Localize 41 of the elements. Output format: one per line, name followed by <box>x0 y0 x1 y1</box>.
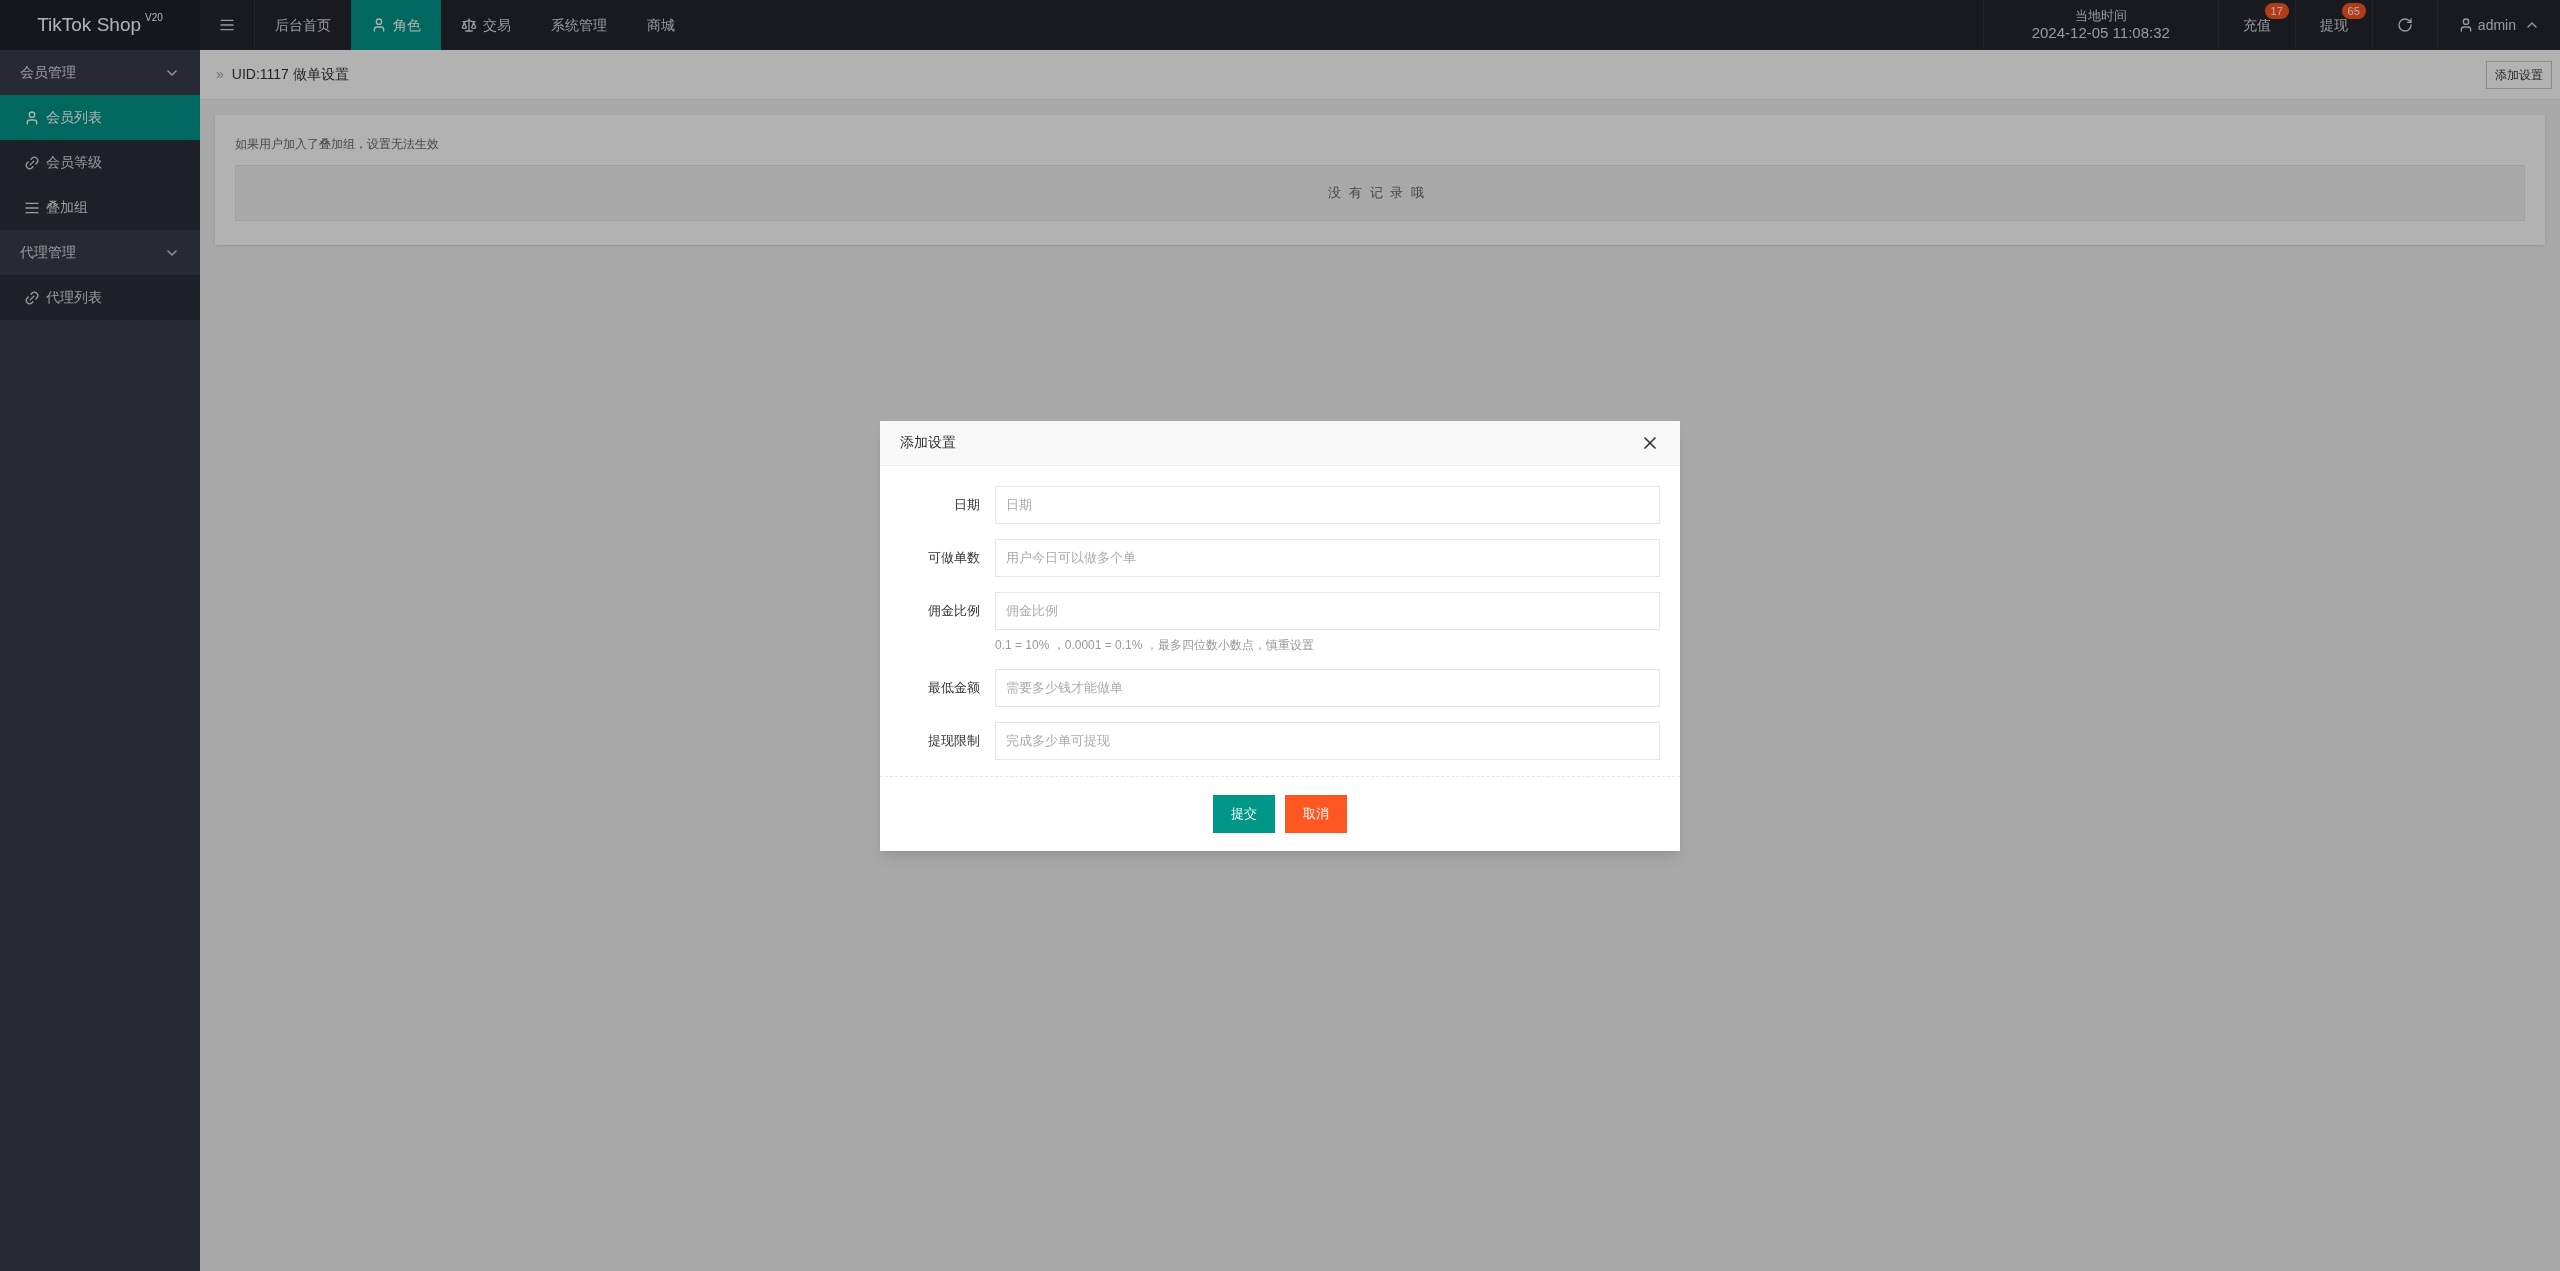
menu-group[interactable]: 会员管理 <box>0 50 200 95</box>
dialog-button[interactable]: 取消 <box>1285 794 1347 833</box>
menu-group[interactable]: 代理管理 <box>0 230 200 275</box>
text-field[interactable]: 用户今日可以做多个单 <box>995 538 1660 577</box>
field-label: 最低金额 <box>927 678 981 697</box>
menu-item[interactable]: 叠加组 <box>0 185 200 230</box>
notice-text: 如果用户加入了叠加组，设置无法生效 <box>235 136 440 153</box>
clock-time: 2024-12-05 11:08:32 <box>2031 23 2170 43</box>
dialog-title: 添加设置 <box>900 433 956 452</box>
menu-item[interactable]: 会员列表 <box>0 95 200 140</box>
nav-tab[interactable]: 交易 <box>441 0 531 50</box>
field-label: 日期 <box>953 495 981 514</box>
refresh-icon <box>2396 17 2413 33</box>
field-label: 佣金比例 <box>927 601 981 620</box>
user-icon <box>24 109 40 126</box>
menu-item[interactable]: 代理列表 <box>0 275 200 320</box>
empty-text: 没有记录哦 <box>1328 184 1432 203</box>
count-badge: 17 <box>2264 3 2289 19</box>
text-field[interactable]: 完成多少单可提现 <box>995 721 1660 760</box>
hint-text: 0.1 = 10% ，0.0001 = 0.1% ，最多四位数小数点，慎重设置 <box>995 636 1315 654</box>
scale-icon <box>461 17 477 33</box>
menu-icon <box>219 17 235 33</box>
logo-text: TikTok Shop <box>37 12 141 37</box>
nav-tab[interactable]: 商城 <box>627 0 695 50</box>
version-label: V20 <box>145 12 163 24</box>
add-setting-button[interactable]: 添加设置 <box>2486 60 2552 89</box>
nav-tab[interactable]: 系统管理 <box>531 0 627 50</box>
menu-item[interactable]: 会员等级 <box>0 140 200 185</box>
text-field[interactable]: 日期 <box>995 485 1660 524</box>
breadcrumb-title: UID:1117 做单设置 <box>231 65 349 84</box>
text-field[interactable]: 需要多少钱才能做单 <box>995 668 1660 707</box>
breadcrumb-separator: » <box>216 65 224 84</box>
nav-tab[interactable]: 角色 <box>351 0 441 50</box>
field-label: 可做单数 <box>927 548 981 567</box>
dialog-button[interactable]: 提交 <box>1213 794 1275 833</box>
user-icon <box>371 17 387 33</box>
clock-label: 当地时间 <box>2074 7 2127 24</box>
text-field[interactable]: 佣金比例 <box>995 591 1660 630</box>
count-badge: 65 <box>2341 3 2366 19</box>
nav-tab[interactable]: 后台首页 <box>255 0 351 50</box>
field-label: 提现限制 <box>927 731 981 750</box>
